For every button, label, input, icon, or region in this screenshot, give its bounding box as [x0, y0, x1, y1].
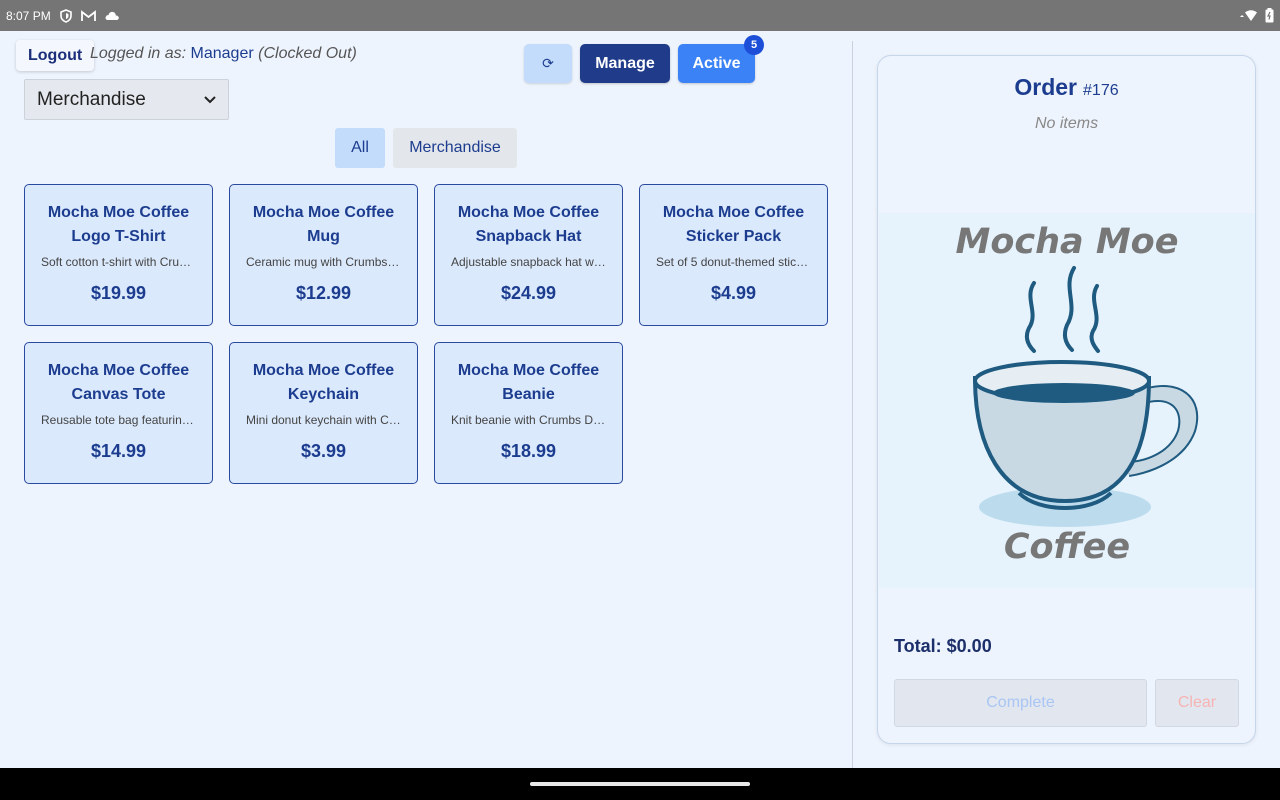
product-price: $12.99 — [295, 283, 352, 303]
gmail-icon — [80, 9, 96, 22]
navigation-bar — [0, 768, 1280, 800]
product-description: Knit beanie with Crumbs Donuts logo — [451, 413, 622, 427]
product-name: Mocha Moe Coffee Mug — [252, 204, 395, 245]
active-orders-button[interactable]: Active — [678, 44, 755, 83]
logout-button[interactable]: Logout — [16, 40, 95, 71]
active-count-badge: 5 — [744, 35, 764, 55]
product-description: Ceramic mug with Crumbs Donuts logo — [246, 255, 417, 269]
logo-bottom-text: Coffee — [1004, 527, 1130, 567]
filter-merchandise-button[interactable]: Merchandise — [393, 128, 517, 168]
home-gesture-handle[interactable] — [530, 782, 750, 786]
product-price: $14.99 — [90, 441, 147, 461]
product-description: Soft cotton t-shirt with Crumbs Donuts l… — [41, 255, 212, 269]
product-name: Mocha Moe Coffee Snapback Hat — [457, 204, 600, 245]
product-name: Mocha Moe Coffee Logo T-Shirt — [47, 204, 190, 245]
order-header: Order #176 — [878, 74, 1255, 101]
user-name: Manager — [190, 45, 254, 62]
login-prefix: Logged in as: — [90, 45, 187, 62]
refresh-button[interactable]: ⟳ — [524, 44, 572, 83]
complete-button[interactable]: Complete — [894, 679, 1147, 727]
status-bar: 8:07 PM — [0, 0, 1280, 31]
product-price: $19.99 — [90, 283, 147, 303]
product-price: $18.99 — [500, 441, 557, 461]
logo-top-text: Mocha Moe — [956, 222, 1179, 262]
category-select[interactable]: Merchandise — [24, 79, 229, 120]
product-card-canvas-tote[interactable]: Mocha Moe Coffee Canvas Tote Reusable tot… — [24, 342, 213, 484]
product-description: Mini donut keychain with Crumbs logo — [246, 413, 417, 427]
product-name: Mocha Moe Coffee Keychain — [252, 362, 395, 403]
product-card-snapback-hat[interactable]: Mocha Moe Coffee Snapback Hat Adjustable … — [434, 184, 623, 326]
clock-status: (Clocked Out) — [258, 45, 357, 62]
clear-button[interactable]: Clear — [1155, 679, 1239, 727]
brand-logo: Mocha Moe Coffee — [879, 213, 1255, 588]
wifi-icon — [1238, 9, 1260, 23]
battery-icon — [1265, 8, 1274, 23]
manage-button[interactable]: Manage — [580, 44, 670, 83]
product-card-beanie[interactable]: Mocha Moe Coffee Beanie Knit beanie with … — [434, 342, 623, 484]
product-name: Mocha Moe Coffee Sticker Pack — [662, 204, 805, 245]
product-name: Mocha Moe Coffee Beanie — [457, 362, 600, 403]
panel-divider — [852, 41, 853, 768]
empty-order-text: No items — [1034, 115, 1099, 132]
category-select-value: Merchandise — [37, 88, 146, 110]
product-name: Mocha Moe Coffee Canvas Tote — [47, 362, 190, 403]
order-panel: Order #176 No items Mocha Moe Coffee Tot… — [877, 55, 1256, 744]
shield-icon — [59, 8, 73, 23]
filter-all-button[interactable]: All — [335, 128, 385, 168]
product-price: $4.99 — [710, 283, 757, 303]
product-card-sticker-pack[interactable]: Mocha Moe Coffee Sticker Pack Set of 5 do… — [639, 184, 828, 326]
login-info: Logged in as: Manager (Clocked Out) — [90, 45, 357, 63]
product-card-t-shirt[interactable]: Mocha Moe Coffee Logo T-Shirt Soft cotton… — [24, 184, 213, 326]
product-price: $24.99 — [500, 283, 557, 303]
refresh-icon: ⟳ — [542, 55, 554, 71]
order-number: #176 — [1083, 82, 1119, 99]
product-description: Reusable tote bag featuring Crumbs logo — [41, 413, 212, 427]
order-title: Order — [1014, 74, 1078, 100]
product-description: Adjustable snapback hat with embroidered… — [451, 255, 622, 269]
pos-app: Logout Logged in as: Manager (Clocked Ou… — [0, 31, 1280, 768]
product-description: Set of 5 donut-themed stickers — [656, 255, 819, 269]
order-total: Total: $0.00 — [894, 636, 992, 656]
product-card-keychain[interactable]: Mocha Moe Coffee Keychain Mini donut keyc… — [229, 342, 418, 484]
product-card-mug[interactable]: Mocha Moe Coffee Mug Ceramic mug with Cru… — [229, 184, 418, 326]
product-price: $3.99 — [300, 441, 347, 461]
status-time: 8:07 PM — [6, 8, 51, 23]
chevron-down-icon — [204, 93, 216, 107]
cloud-icon — [104, 10, 120, 21]
